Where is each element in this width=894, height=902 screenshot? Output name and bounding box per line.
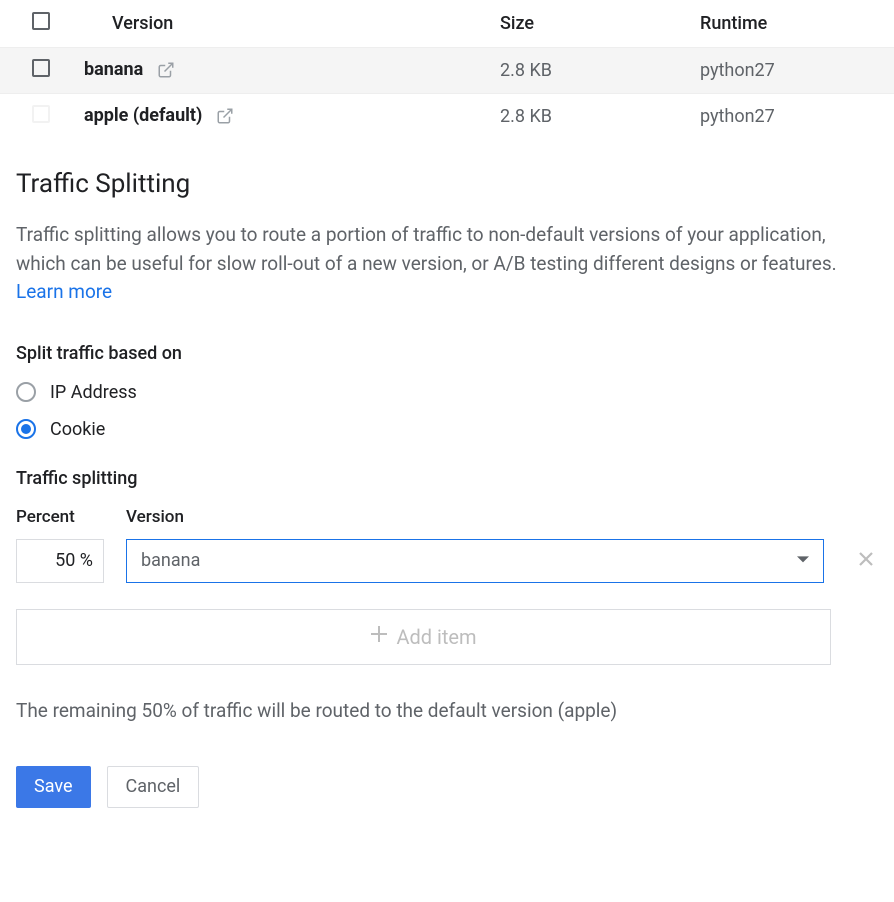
split-column-headers: Percent Version bbox=[16, 507, 878, 527]
row-size: 2.8 KB bbox=[500, 48, 700, 94]
split-basis-radio-group: IP Address Cookie bbox=[16, 382, 878, 440]
row-checkbox[interactable] bbox=[32, 59, 50, 77]
version-select-value: banana bbox=[141, 550, 200, 571]
row-runtime: python27 bbox=[700, 94, 894, 140]
header-runtime: Runtime bbox=[700, 0, 894, 48]
add-item-button[interactable]: Add item bbox=[16, 609, 831, 665]
version-select[interactable]: banana bbox=[126, 539, 824, 583]
remove-row-icon[interactable] bbox=[854, 548, 878, 573]
row-checkbox[interactable] bbox=[32, 105, 50, 123]
percent-input[interactable] bbox=[16, 539, 104, 583]
select-all-checkbox[interactable] bbox=[32, 12, 50, 30]
header-version: Version bbox=[68, 0, 500, 48]
header-size: Size bbox=[500, 0, 700, 48]
learn-more-link[interactable]: Learn more bbox=[16, 280, 112, 303]
plus-icon bbox=[370, 624, 388, 649]
radio-icon bbox=[16, 382, 36, 402]
chevron-down-icon bbox=[797, 550, 809, 571]
row-runtime: python27 bbox=[700, 48, 894, 94]
radio-icon bbox=[16, 419, 36, 439]
split-row: banana bbox=[16, 539, 878, 583]
traffic-splitting-heading: Traffic splitting bbox=[16, 468, 878, 489]
split-basis-heading: Split traffic based on bbox=[16, 343, 878, 364]
external-link-icon[interactable] bbox=[157, 61, 175, 79]
table-header: Version Size Runtime bbox=[0, 0, 894, 48]
version-name: banana bbox=[84, 59, 143, 80]
radio-label: IP Address bbox=[50, 382, 137, 403]
table-row[interactable]: banana 2.8 KB python27 bbox=[0, 48, 894, 94]
radio-cookie[interactable]: Cookie bbox=[16, 419, 878, 440]
version-name: apple (default) bbox=[84, 105, 202, 126]
section-title: Traffic Splitting bbox=[16, 169, 878, 199]
add-item-label: Add item bbox=[396, 625, 476, 649]
row-size: 2.8 KB bbox=[500, 94, 700, 140]
button-row: Save Cancel bbox=[16, 766, 878, 808]
external-link-icon[interactable] bbox=[216, 107, 234, 125]
save-button[interactable]: Save bbox=[16, 766, 91, 808]
table-row[interactable]: apple (default) 2.8 KB python27 bbox=[0, 94, 894, 140]
versions-table: Version Size Runtime banana 2.8 KB p bbox=[0, 0, 894, 139]
remaining-traffic-text: The remaining 50% of traffic will be rou… bbox=[16, 699, 878, 722]
radio-label: Cookie bbox=[50, 419, 105, 440]
section-description: Traffic splitting allows you to route a … bbox=[16, 221, 878, 307]
col-version-label: Version bbox=[126, 507, 184, 527]
col-percent-label: Percent bbox=[16, 507, 104, 527]
cancel-button[interactable]: Cancel bbox=[107, 766, 200, 808]
radio-ip-address[interactable]: IP Address bbox=[16, 382, 878, 403]
